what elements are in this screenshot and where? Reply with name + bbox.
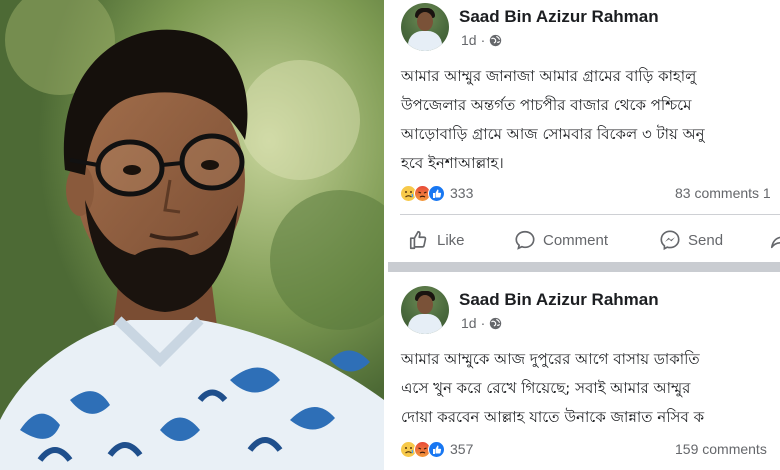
post-text-line: আড়োবাড়ি গ্রামে আজ সোমবার বিকেল ৩ টায় … — [401, 125, 705, 143]
reactions-summary[interactable] — [400, 184, 445, 202]
meta-separator: · — [480, 315, 486, 331]
portrait-illustration — [0, 0, 384, 470]
post-meta: 1d · — [461, 32, 502, 48]
reaction-count[interactable]: 357 — [450, 441, 473, 457]
actions-divider — [400, 214, 780, 215]
globe-icon — [490, 34, 502, 46]
comment-icon — [515, 230, 535, 250]
post-text-line: এসে খুন করে রেখে গিয়েছে; সবাই আমার আম্ম… — [401, 379, 691, 397]
globe-icon — [490, 317, 502, 329]
meta-separator: · — [480, 32, 486, 48]
like-label: Like — [437, 231, 465, 249]
post-stats: 333 83 comments 1 — [400, 182, 780, 204]
comment-label: Comment — [543, 231, 609, 249]
reactions-summary[interactable] — [400, 440, 445, 458]
thumbs-up-icon — [409, 230, 427, 250]
author-name[interactable]: Saad Bin Azizur Rahman — [459, 7, 659, 27]
post-time[interactable]: 1d — [461, 32, 477, 48]
post-text-line: দোয়া করবেন আল্লাহ যাতে উনাকে জান্নাত নস… — [401, 408, 705, 426]
post-text-line: উপজেলার অন্তর্গত পাচপীর বাজার থেকে পশ্চি… — [401, 96, 692, 114]
post-text: আমার আম্মুর জানাজা আমার গ্রামের বাড়ি কা… — [401, 62, 780, 178]
facebook-feed: Saad Bin Azizur Rahman 1d · আমার আম্মুর … — [388, 0, 780, 470]
like-button[interactable]: Like — [408, 224, 465, 256]
author-avatar[interactable] — [401, 3, 449, 51]
post-actions: Like Comment Send — [388, 224, 780, 256]
send-button[interactable]: Send — [659, 224, 723, 256]
messenger-icon — [660, 230, 680, 251]
post-text-line: হবে ইনশাআল্লাহ। — [401, 154, 504, 172]
post-text: আমার আম্মুকে আজ দুপুরের আগে বাসায় ডাকাত… — [401, 345, 780, 432]
post-meta: 1d · — [461, 315, 502, 331]
share-icon — [770, 236, 780, 249]
comment-count[interactable]: 159 comments — [675, 441, 767, 457]
send-label: Send — [688, 231, 724, 249]
post-time[interactable]: 1d — [461, 315, 477, 331]
like-reaction-icon — [428, 184, 445, 202]
author-name[interactable]: Saad Bin Azizur Rahman — [459, 290, 659, 310]
comment-count[interactable]: 83 comments 1 — [675, 185, 771, 201]
comment-button[interactable]: Comment — [514, 224, 608, 256]
like-reaction-icon — [428, 440, 445, 458]
post-card: Saad Bin Azizur Rahman 1d · আমার আম্মুকে… — [388, 272, 780, 470]
post-card: Saad Bin Azizur Rahman 1d · আমার আম্মুর … — [388, 0, 780, 262]
post-stats: 357 159 comments — [400, 438, 780, 460]
reaction-count[interactable]: 333 — [450, 185, 473, 201]
author-avatar[interactable] — [401, 286, 449, 334]
profile-photo — [0, 0, 384, 470]
share-button[interactable] — [769, 224, 780, 256]
post-separator — [388, 262, 780, 272]
post-text-line: আমার আম্মুকে আজ দুপুরের আগে বাসায় ডাকাত… — [401, 350, 700, 368]
post-text-line: আমার আম্মুর জানাজা আমার গ্রামের বাড়ি কা… — [401, 67, 697, 85]
